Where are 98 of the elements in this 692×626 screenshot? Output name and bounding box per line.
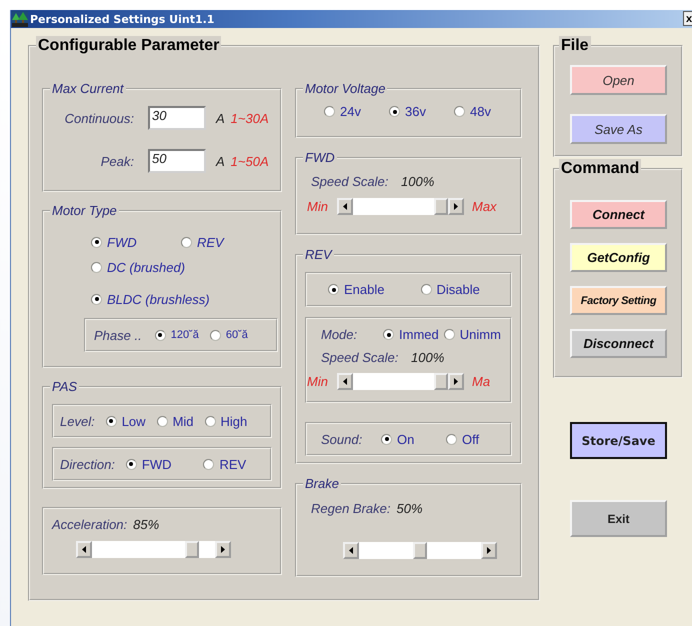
regen-brake-value: 50% (396, 501, 423, 516)
scroll-right-button[interactable] (448, 373, 464, 390)
radio-button[interactable] (383, 329, 394, 340)
radio-label[interactable]: REV (219, 456, 246, 472)
radio-button[interactable] (156, 416, 168, 426)
trees-icon (12, 11, 28, 27)
radio-button[interactable] (91, 262, 102, 273)
radio-label[interactable]: Enable (344, 282, 384, 297)
radio-button[interactable] (204, 416, 216, 426)
scroll-right-button[interactable] (215, 541, 231, 558)
radio-label[interactable]: Low (122, 414, 146, 428)
radio-label[interactable]: FWD (142, 456, 172, 472)
close-button[interactable]: x (683, 11, 692, 26)
speed-scale-label: Speed Scale: (321, 350, 400, 365)
action-button[interactable]: Exit (570, 500, 667, 537)
radio-label[interactable]: 24v (340, 104, 361, 119)
scroll-left-button[interactable] (76, 541, 92, 558)
radio-label[interactable]: On (397, 432, 414, 446)
window-title: Personalized Settings Uint1.1 (30, 12, 214, 26)
command-button[interactable]: GetConfig (570, 243, 667, 272)
radio-label[interactable]: DC (brushed) (107, 260, 186, 275)
radio-button[interactable] (324, 106, 335, 117)
sound-label: Sound: (321, 432, 364, 446)
slider-thumb[interactable] (434, 198, 448, 215)
radio-button[interactable] (154, 330, 166, 340)
regen-brake-label: Regen Brake: (311, 501, 390, 516)
radio-label[interactable]: 60˘ă (226, 329, 248, 341)
range-label: 1~50A (230, 154, 269, 168)
command-button[interactable]: Connect (570, 200, 667, 229)
radio-button[interactable] (91, 236, 102, 248)
input-field[interactable]: 50 (148, 149, 206, 173)
radio-button[interactable] (389, 106, 400, 117)
speed-scale-label: Speed Scale: (311, 174, 390, 189)
scroll-right-button[interactable] (481, 542, 497, 559)
input-field[interactable]: 30 (148, 106, 206, 130)
scroll-right-button[interactable] (448, 198, 464, 215)
radio-label[interactable]: Off (462, 432, 480, 446)
radio-button[interactable] (126, 458, 137, 470)
radio-button[interactable] (420, 284, 432, 295)
min-label: Min (307, 199, 329, 214)
max-label: Ma (472, 374, 492, 389)
min-label: Min (307, 374, 329, 389)
scroll-left-button[interactable] (343, 542, 359, 559)
radio-label[interactable]: Unimm (460, 327, 501, 342)
left-arrow-icon (343, 203, 347, 210)
radio-label[interactable]: High (220, 414, 248, 428)
radio-button[interactable] (91, 294, 102, 304)
slider-thumb[interactable] (184, 541, 199, 558)
field-label: Continuous: (64, 110, 134, 126)
radio-label[interactable]: 120˘ă (170, 329, 199, 341)
left-arrow-icon (82, 546, 86, 553)
radio-label[interactable]: REV (197, 234, 224, 250)
acceleration-label: Acceleration: (52, 517, 128, 532)
scroll-left-button[interactable] (337, 373, 353, 390)
radio-button[interactable] (454, 106, 465, 117)
radio-button[interactable] (106, 416, 117, 426)
unit-label: A (216, 154, 225, 168)
range-label: 1~30A (230, 110, 269, 126)
action-button[interactable]: Store/Save (570, 422, 667, 459)
radio-button[interactable] (181, 236, 192, 248)
left-arrow-icon (343, 378, 347, 385)
right-arrow-icon (487, 547, 491, 554)
command-button[interactable]: Disconnect (570, 329, 667, 358)
radio-label[interactable]: Mid (172, 414, 194, 428)
mode-label: Mode: (321, 327, 358, 342)
radio-button[interactable] (210, 330, 221, 340)
radio-label[interactable]: BLDC (brushless) (107, 292, 210, 306)
unit-label: A (216, 110, 225, 126)
level-label: Level: (60, 414, 95, 428)
slider-thumb[interactable] (413, 542, 427, 559)
radio-label[interactable]: Disable (436, 282, 480, 297)
scroll-left-button[interactable] (337, 198, 353, 215)
radio-label[interactable]: FWD (107, 234, 137, 250)
radio-button[interactable] (328, 284, 339, 295)
radio-button[interactable] (203, 458, 214, 470)
left-arrow-icon (349, 547, 353, 554)
radio-button[interactable] (381, 434, 392, 444)
slider-thumb[interactable] (434, 373, 448, 390)
radio-label[interactable]: 48v (470, 104, 491, 119)
right-arrow-icon (454, 378, 458, 385)
acceleration-value: 85% (133, 517, 160, 532)
group-title: Motor Type (50, 203, 119, 219)
command-button[interactable]: Factory Setting (570, 286, 667, 315)
right-arrow-icon (454, 203, 458, 210)
group-title: Motor Voltage (303, 81, 388, 97)
right-arrow-icon (221, 546, 225, 553)
speed-scale-value: 100% (411, 350, 444, 365)
radio-label[interactable]: Immed (399, 327, 439, 342)
file-button[interactable]: Open (570, 65, 667, 95)
direction-label: Direction: (60, 456, 115, 472)
phase-label: Phase .. (94, 328, 142, 342)
speed-scale-value: 100% (401, 174, 434, 189)
file-button[interactable]: Save As (570, 114, 667, 144)
radio-button[interactable] (444, 329, 455, 340)
field-label: Peak: (100, 154, 134, 168)
group-title: Configurable Parameter (36, 36, 222, 56)
radio-label[interactable]: 36v (405, 104, 426, 119)
radio-button[interactable] (446, 434, 457, 444)
